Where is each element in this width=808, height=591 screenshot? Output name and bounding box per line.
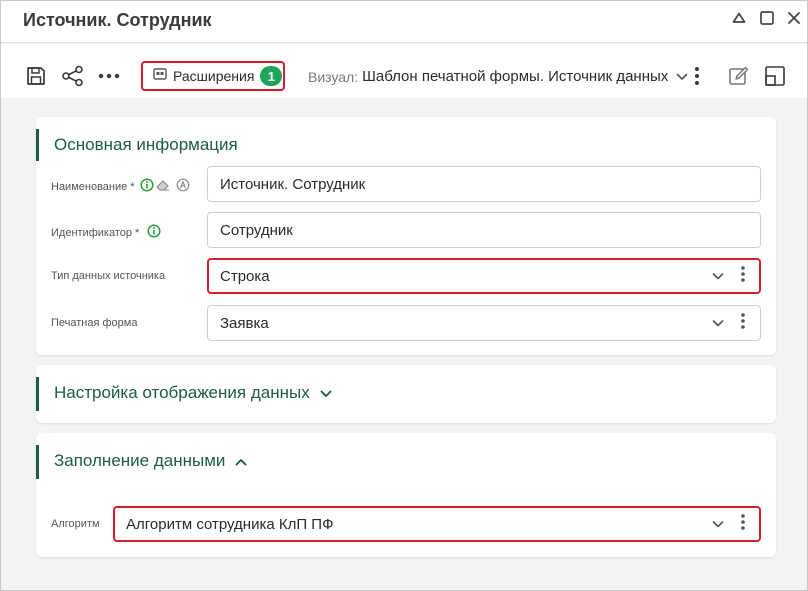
extensions-count-badge: 1 <box>260 66 283 86</box>
form-label-text: Печатная форма <box>51 317 138 329</box>
window: Источник. Сотрудник Расширения 1 Визуал:… <box>0 0 808 591</box>
section-title-display-text: Настройка отображения данных <box>54 383 310 402</box>
chevron-down-icon[interactable] <box>712 315 724 332</box>
visual-prefix: Визуал: <box>308 68 359 85</box>
window-title: Источник. Сотрудник <box>23 10 212 30</box>
print-form-value: Заявка <box>220 314 269 332</box>
section-title-basic: Основная информация <box>54 135 238 154</box>
id-input[interactable]: Сотрудник <box>207 212 761 248</box>
toolbar: Расширения 1 Визуал: Шаблон печатной фор… <box>1 44 807 98</box>
name-input-value: Источник. Сотрудник <box>220 175 366 193</box>
section-accent-bar <box>36 377 39 411</box>
algorithm-value: Алгоритм сотрудника КлП ПФ <box>126 515 334 533</box>
section-basic-info: Основная информация Наименование * Источ… <box>36 117 776 355</box>
collapse-icon[interactable] <box>730 9 748 27</box>
algorithm-field-label: Алгоритм <box>51 518 100 530</box>
name-input[interactable]: Источник. Сотрудник <box>207 166 761 202</box>
more-vertical-icon[interactable] <box>740 312 746 334</box>
more-vertical-icon[interactable] <box>740 513 746 535</box>
save-icon[interactable] <box>24 64 48 88</box>
section-title-fill[interactable]: Заполнение данными <box>54 451 247 471</box>
section-accent-bar <box>36 445 39 479</box>
id-input-value: Сотрудник <box>220 221 293 239</box>
section-title-display[interactable]: Настройка отображения данных <box>54 383 332 403</box>
id-field-label: Идентификатор * <box>51 224 161 241</box>
translate-icon[interactable] <box>176 178 190 195</box>
more-horizontal-icon[interactable] <box>97 64 121 88</box>
type-field-label: Тип данных источника <box>51 270 165 282</box>
source-type-value: Строка <box>220 267 270 285</box>
share-graph-icon[interactable] <box>61 64 85 88</box>
type-label-text: Тип данных источника <box>51 270 166 282</box>
info-icon[interactable] <box>147 224 161 241</box>
visual-value: Шаблон печатной формы. Источник данных <box>362 68 669 85</box>
chevron-down-icon[interactable] <box>712 268 724 285</box>
layout-icon[interactable] <box>763 64 787 88</box>
name-field-label: Наименование * <box>51 178 190 195</box>
eraser-icon[interactable] <box>155 178 171 195</box>
extensions-button[interactable]: Расширения 1 <box>141 61 285 91</box>
section-data-fill: Заполнение данными Алгоритм Алгоритм сот… <box>36 433 776 557</box>
chevron-up-icon[interactable] <box>235 451 247 471</box>
print-form-select[interactable]: Заявка <box>207 305 761 341</box>
section-title-fill-text: Заполнение данными <box>54 451 226 470</box>
section-accent-bar <box>36 129 39 161</box>
id-label-text: Идентификатор * <box>51 226 140 239</box>
extensions-icon <box>153 67 167 85</box>
form-field-label: Печатная форма <box>51 317 137 329</box>
name-label-text: Наименование * <box>51 180 135 193</box>
visual-selector[interactable]: Визуал: Шаблон печатной формы. Источник … <box>308 68 688 85</box>
section-display-settings: Настройка отображения данных <box>36 365 776 423</box>
more-vertical-icon[interactable] <box>687 64 707 88</box>
algorithm-label-text: Алгоритм <box>51 518 100 530</box>
chevron-down-icon[interactable] <box>320 383 332 403</box>
chevron-down-icon[interactable] <box>712 516 724 533</box>
edit-icon[interactable] <box>727 64 751 88</box>
close-icon[interactable] <box>785 9 803 27</box>
more-vertical-icon[interactable] <box>740 265 746 287</box>
maximize-icon[interactable] <box>758 9 776 27</box>
source-type-select[interactable]: Строка <box>207 258 761 294</box>
algorithm-select[interactable]: Алгоритм сотрудника КлП ПФ <box>113 506 761 542</box>
extensions-label: Расширения <box>173 68 255 84</box>
title-bar: Источник. Сотрудник <box>1 1 807 43</box>
info-icon[interactable] <box>140 178 154 195</box>
